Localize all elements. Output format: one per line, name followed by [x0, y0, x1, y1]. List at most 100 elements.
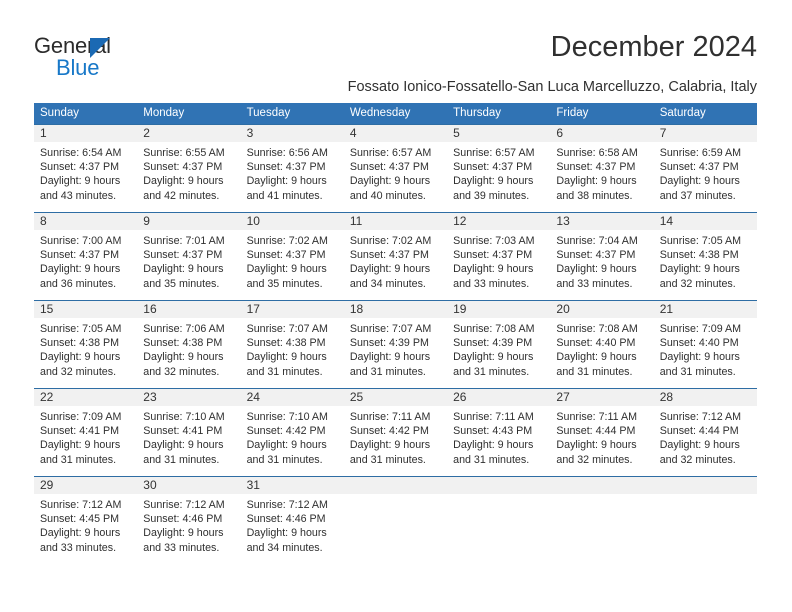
day-number-band: 1: [34, 125, 138, 142]
day-detail-line: Sunrise: 7:00 AM: [40, 235, 122, 247]
day-cell-2[interactable]: 2 Sunrise: 6:55 AM Sunset: 4:37 PM Daylight…: [137, 125, 241, 212]
day-detail-line: and 31 minutes.: [349, 453, 426, 466]
day-details: Sunrise: 7:05 AM Sunset: 4:38 PM Daylight:…: [34, 318, 137, 379]
day-detail-line: Sunrise: 6:56 AM: [246, 147, 328, 159]
day-number: 22: [40, 390, 54, 404]
weekday-header-tuesday: Tuesday: [246, 107, 291, 119]
day-number-band: 20: [550, 301, 654, 318]
day-detail-line: and 41 minutes.: [246, 189, 323, 202]
day-cell-empty: [653, 477, 757, 565]
day-detail-line: and 31 minutes.: [659, 365, 736, 378]
day-cell-28[interactable]: 28 Sunrise: 7:12 AM Sunset: 4:44 PM Dayligh…: [653, 389, 757, 476]
day-detail-line: Sunrise: 7:11 AM: [453, 411, 534, 423]
day-detail-line: Sunset: 4:37 PM: [40, 161, 120, 174]
day-number-band: 23: [137, 389, 241, 406]
day-cell-12[interactable]: 12 Sunrise: 7:03 AM Sunset: 4:37 PM Dayligh…: [447, 213, 551, 300]
day-number: 7: [659, 126, 667, 140]
day-cell-14[interactable]: 14 Sunrise: 7:05 AM Sunset: 4:38 PM Dayligh…: [653, 213, 757, 300]
day-cell-21[interactable]: 21 Sunrise: 7:09 AM Sunset: 4:40 PM Dayligh…: [653, 301, 757, 388]
day-cell-3[interactable]: 3 Sunrise: 6:56 AM Sunset: 4:37 PM Daylight…: [240, 125, 344, 212]
day-cell-4[interactable]: 4 Sunrise: 6:57 AM Sunset: 4:37 PM Daylight…: [343, 125, 448, 212]
day-cell-19[interactable]: 19 Sunrise: 7:08 AM Sunset: 4:39 PM Dayligh…: [447, 301, 551, 388]
day-detail-line: Daylight: 9 hours: [143, 439, 224, 452]
day-detail-line: Sunrise: 6:55 AM: [143, 147, 225, 159]
day-detail-line: Sunrise: 7:08 AM: [453, 323, 535, 335]
weekday-header-saturday: Saturday: [659, 107, 706, 119]
day-cell-25[interactable]: 25 Sunrise: 7:11 AM Sunset: 4:42 PM Dayligh…: [343, 389, 448, 476]
brand-logo[interactable]: General Blue: [34, 34, 234, 84]
weekday-header-monday: Monday: [143, 107, 185, 119]
day-cell-30[interactable]: 30 Sunrise: 7:12 AM Sunset: 4:46 PM Dayligh…: [137, 477, 241, 565]
day-number-band: 2: [137, 125, 241, 142]
day-detail-line: and 32 minutes.: [40, 365, 117, 378]
day-detail-line: and 43 minutes.: [40, 189, 117, 202]
day-detail-line: Sunrise: 7:04 AM: [556, 235, 638, 247]
day-detail-line: and 34 minutes.: [349, 277, 426, 290]
day-detail-line: Daylight: 9 hours: [246, 263, 327, 276]
day-cell-9[interactable]: 9 Sunrise: 7:01 AM Sunset: 4:37 PM Daylight…: [137, 213, 241, 300]
day-detail-line: Sunset: 4:46 PM: [143, 513, 223, 526]
day-cell-20[interactable]: 20 Sunrise: 7:08 AM Sunset: 4:40 PM Dayligh…: [550, 301, 654, 388]
calendar-table: Sunday Monday Tuesday Wednesday Thursday Frid…: [34, 103, 757, 565]
page-title: December 2024: [550, 31, 757, 63]
day-detail-line: Sunset: 4:40 PM: [556, 337, 636, 350]
day-cell-18[interactable]: 18 Sunrise: 7:07 AM Sunset: 4:39 PM Dayligh…: [343, 301, 448, 388]
day-details: Sunrise: 7:01 AM Sunset: 4:37 PM Daylight:…: [137, 230, 240, 291]
day-cell-6[interactable]: 6 Sunrise: 6:58 AM Sunset: 4:37 PM Daylight…: [550, 125, 654, 212]
day-detail-line: Daylight: 9 hours: [349, 439, 431, 452]
day-cell-15[interactable]: 15 Sunrise: 7:05 AM Sunset: 4:38 PM Dayligh…: [34, 301, 138, 388]
day-number-band: 29: [34, 477, 138, 494]
day-number-band: 15: [34, 301, 138, 318]
day-detail-line: Sunrise: 7:02 AM: [349, 235, 432, 247]
day-cell-13[interactable]: 13 Sunrise: 7:04 AM Sunset: 4:37 PM Dayligh…: [550, 213, 654, 300]
day-cell-5[interactable]: 5 Sunrise: 6:57 AM Sunset: 4:37 PM Daylight…: [447, 125, 551, 212]
day-detail-line: and 31 minutes.: [453, 365, 530, 378]
day-details: Sunrise: 7:00 AM Sunset: 4:37 PM Daylight:…: [34, 230, 137, 291]
day-detail-line: Sunrise: 7:11 AM: [556, 411, 637, 423]
day-cell-16[interactable]: 16 Sunrise: 7:06 AM Sunset: 4:38 PM Dayligh…: [137, 301, 241, 388]
day-cell-24[interactable]: 24 Sunrise: 7:10 AM Sunset: 4:42 PM Dayligh…: [240, 389, 344, 476]
day-detail-line: Daylight: 9 hours: [40, 527, 121, 540]
day-cell-26[interactable]: 26 Sunrise: 7:11 AM Sunset: 4:43 PM Dayligh…: [447, 389, 551, 476]
day-cell-11[interactable]: 11 Sunrise: 7:02 AM Sunset: 4:37 PM Dayligh…: [343, 213, 448, 300]
day-detail-line: Sunset: 4:41 PM: [40, 425, 120, 438]
day-detail-line: Daylight: 9 hours: [659, 439, 740, 452]
day-details: Sunrise: 7:07 AM Sunset: 4:39 PM Daylight:…: [344, 318, 447, 379]
day-number-band: 27: [550, 389, 654, 406]
location-subtitle: Fossato Ionico-Fossatello-San Luca Marce…: [347, 79, 757, 95]
day-detail-line: Daylight: 9 hours: [40, 351, 121, 364]
day-cell-1[interactable]: 1 Sunrise: 6:54 AM Sunset: 4:37 PM Daylight…: [34, 125, 138, 212]
day-detail-line: and 31 minutes.: [556, 365, 633, 378]
weekday-header-row: Sunday Monday Tuesday Wednesday Thursday Frid…: [34, 103, 757, 124]
day-cell-17[interactable]: 17 Sunrise: 7:07 AM Sunset: 4:38 PM Dayligh…: [240, 301, 344, 388]
day-number: 13: [556, 214, 570, 228]
day-detail-line: Sunset: 4:42 PM: [349, 425, 429, 438]
day-cell-29[interactable]: 29 Sunrise: 7:12 AM Sunset: 4:45 PM Dayligh…: [34, 477, 138, 565]
day-details: Sunrise: 7:02 AM Sunset: 4:37 PM Daylight:…: [344, 230, 447, 291]
day-number-band: [653, 477, 757, 494]
day-cell-8[interactable]: 8 Sunrise: 7:00 AM Sunset: 4:37 PM Daylight…: [34, 213, 138, 300]
day-detail-line: Sunrise: 7:09 AM: [659, 323, 742, 335]
day-number: 17: [246, 302, 260, 316]
day-number-band: 30: [137, 477, 241, 494]
day-cell-31[interactable]: 31 Sunrise: 7:12 AM Sunset: 4:46 PM Dayligh…: [240, 477, 344, 565]
day-detail-line: Sunset: 4:37 PM: [349, 161, 429, 174]
day-cell-22[interactable]: 22 Sunrise: 7:09 AM Sunset: 4:41 PM Dayligh…: [34, 389, 138, 476]
day-detail-line: Sunset: 4:37 PM: [349, 249, 429, 262]
day-detail-line: Sunset: 4:37 PM: [659, 161, 739, 174]
day-detail-line: and 32 minutes.: [143, 365, 220, 378]
day-detail-line: Daylight: 9 hours: [143, 175, 224, 188]
day-number-band: 22: [34, 389, 138, 406]
day-number: 21: [659, 302, 674, 316]
day-number-band: 28: [653, 389, 757, 406]
day-cell-7[interactable]: 7 Sunrise: 6:59 AM Sunset: 4:37 PM Daylight…: [653, 125, 757, 212]
day-detail-line: Daylight: 9 hours: [659, 175, 740, 188]
day-cell-23[interactable]: 23 Sunrise: 7:10 AM Sunset: 4:41 PM Dayligh…: [137, 389, 241, 476]
day-cell-empty: [343, 477, 448, 565]
day-detail-line: Sunset: 4:37 PM: [453, 249, 533, 262]
day-number: 5: [453, 126, 460, 140]
day-detail-line: Sunset: 4:40 PM: [659, 337, 739, 350]
day-cell-27[interactable]: 27 Sunrise: 7:11 AM Sunset: 4:44 PM Dayligh…: [550, 389, 654, 476]
day-number-band: 8: [34, 213, 138, 230]
day-cell-10[interactable]: 10 Sunrise: 7:02 AM Sunset: 4:37 PM Dayligh…: [240, 213, 344, 300]
